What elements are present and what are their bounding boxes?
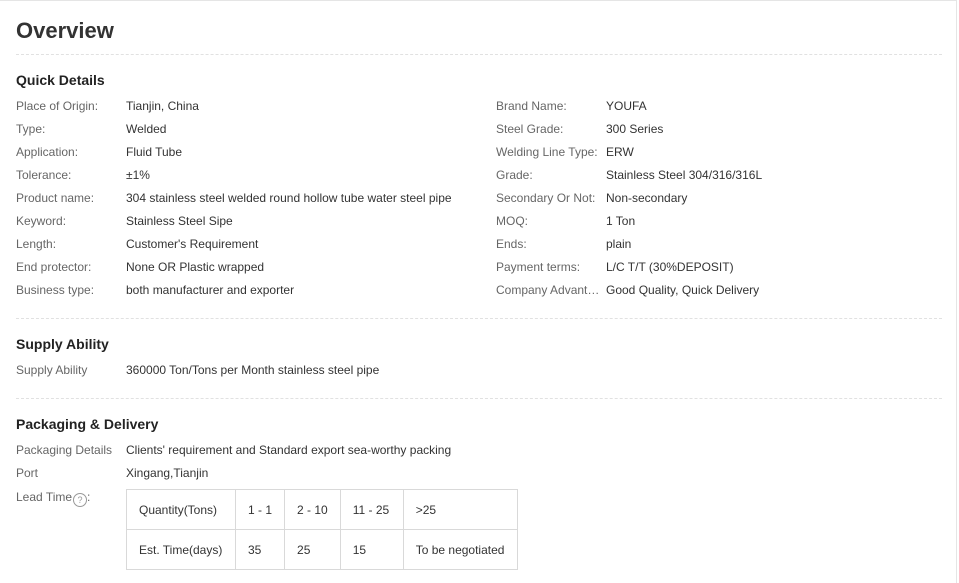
table-cell: >25 [402,489,518,530]
detail-value: YOUFA [606,99,647,113]
table-cell: 11 - 25 [339,489,404,530]
detail-value: 304 stainless steel welded round hollow … [126,191,452,205]
divider [16,398,942,399]
table-cell: 1 - 1 [234,489,286,530]
detail-value: Welded [126,122,167,136]
divider [16,318,942,319]
lead-time-table: Quantity(Tons) 1 - 12 - 10 11 - 25 >25 Est. … [126,489,518,570]
help-icon[interactable]: ? [73,493,88,507]
detail-value: Fluid Tube [126,145,183,159]
detail-value: 300 Series [606,122,664,136]
detail-label: Grade: [496,168,533,182]
detail-label: Place of Origin: [16,99,99,113]
detail-label: Brand Name: [496,99,567,113]
detail-value: Clients' requirement and Standard export… [126,443,452,457]
table-row: Quantity(Tons) 1 - 12 - 10 11 - 25 >25 [126,489,518,530]
supply-ability-title: Supply Ability [16,336,109,352]
table-cell: 15 [339,529,404,570]
detail-label: Keyword: [16,214,67,228]
table-row: Est. Time(days) 35 25 15 To be negotiated [126,529,518,570]
detail-label: Tolerance: [16,168,72,182]
detail-value: Tianjin, China [126,99,199,113]
table-cell: To be negotiated [402,529,518,570]
detail-value: 1 Ton [606,214,636,228]
detail-label: Port [16,466,39,480]
detail-label: Business type: [16,283,95,297]
detail-label: Supply Ability [16,363,88,377]
detail-value: L/C T/T (30%DEPOSIT) [606,260,734,274]
detail-value: ERW [606,145,634,159]
table-row-header: Quantity(Tons) [126,489,236,530]
detail-label: Secondary Or Not: [496,191,596,205]
quick-details-title: Quick Details [16,72,105,88]
detail-value: Non-secondary [606,191,688,205]
page-title: Overview [16,18,114,43]
detail-label: Company Advanta... [496,283,604,297]
detail-label: Type: [16,122,46,136]
detail-label: Ends: [496,237,527,251]
table-cell: 35 [234,529,286,570]
detail-value: plain [606,237,632,251]
detail-value: Stainless Steel 304/316/316L [606,168,763,182]
table-row-header: Est. Time(days) [126,529,236,570]
detail-value: 360000 Ton/Tons per Month stainless stee… [126,363,380,377]
detail-value: Customer's Requirement [126,237,259,251]
detail-label: Welding Line Type: [496,145,598,159]
detail-value: both manufacturer and exporter [126,283,295,297]
lead-time-label: Lead Time [16,490,73,504]
lead-time-label-wrap: Lead Time?: [16,490,91,507]
detail-label: End protector: [16,260,92,274]
detail-label: Payment terms: [496,260,581,274]
detail-value: None OR Plastic wrapped [126,260,265,274]
detail-value: Good Quality, Quick Delivery [606,283,760,297]
detail-value: ±1% [126,168,150,182]
packaging-delivery-title: Packaging & Delivery [16,416,159,432]
table-cell: 25 [284,529,341,570]
table-cell: 2 - 10 [284,489,341,530]
detail-value: Stainless Steel Sipe [126,214,233,228]
detail-label: Application: [16,145,79,159]
detail-label: MOQ: [496,214,528,228]
detail-label: Product name: [16,191,95,205]
detail-label: Packaging Details [16,443,113,457]
detail-value: Xingang,Tianjin [126,466,209,480]
detail-label: Steel Grade: [496,122,564,136]
detail-label: Length: [16,237,57,251]
divider [16,54,942,55]
